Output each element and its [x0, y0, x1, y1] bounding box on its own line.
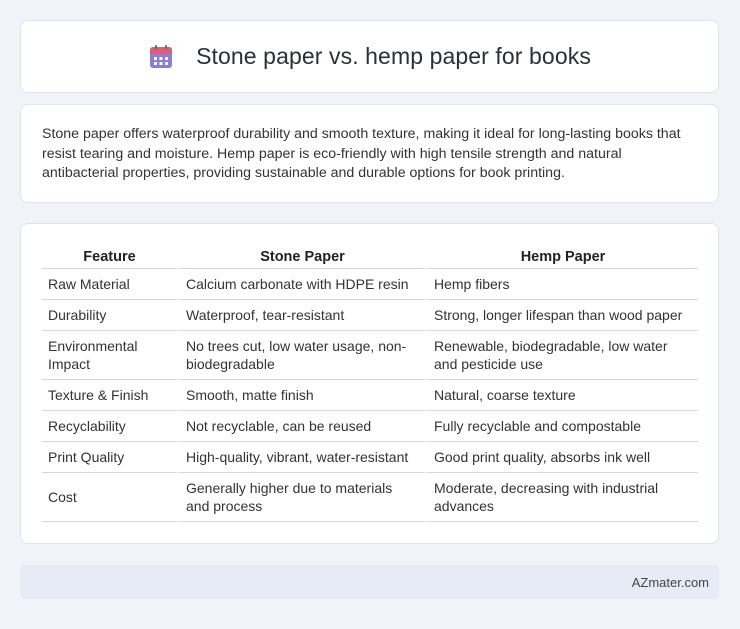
intro-card: Stone paper offers waterproof durability…: [20, 104, 719, 203]
stone-cell: Generally higher due to materials and pr…: [177, 473, 425, 522]
intro-text: Stone paper offers waterproof durability…: [42, 126, 681, 181]
hemp-cell: Moderate, decreasing with industrial adv…: [425, 473, 698, 522]
stone-cell: Not recyclable, can be reused: [177, 411, 425, 442]
hemp-cell: Hemp fibers: [425, 269, 698, 300]
feature-cell: Durability: [42, 300, 177, 331]
stone-cell: No trees cut, low water usage, non-biode…: [177, 331, 425, 380]
feature-cell: Environmental Impact: [42, 331, 177, 380]
feature-cell: Cost: [42, 473, 177, 522]
table-row: Print Quality High-quality, vibrant, wat…: [42, 442, 698, 473]
calendar-icon: [150, 44, 173, 68]
feature-cell: Print Quality: [42, 442, 177, 473]
table-header-row: Feature Stone Paper Hemp Paper: [42, 242, 698, 269]
page-title: Stone paper vs. hemp paper for books: [196, 43, 591, 69]
stone-cell: Smooth, matte finish: [177, 380, 425, 411]
footer-brand: AZmater.com: [631, 574, 709, 590]
hemp-cell: Strong, longer lifespan than wood paper: [425, 300, 698, 331]
stone-cell: High-quality, vibrant, water-resistant: [177, 442, 425, 473]
hemp-cell: Renewable, biodegradable, low water and …: [425, 331, 698, 380]
title-card: Stone paper vs. hemp paper for books: [20, 20, 719, 93]
table-row: Cost Generally higher due to materials a…: [42, 473, 698, 522]
header-stone-paper: Stone Paper: [177, 242, 425, 269]
comparison-table: Feature Stone Paper Hemp Paper Raw Mater…: [42, 242, 698, 522]
hemp-cell: Fully recyclable and compostable: [425, 411, 698, 442]
table-row: Texture & Finish Smooth, matte finish Na…: [42, 380, 698, 411]
feature-cell: Recyclability: [42, 411, 177, 442]
table-row: Recyclability Not recyclable, can be reu…: [42, 411, 698, 442]
table-row: Environmental Impact No trees cut, low w…: [42, 331, 698, 380]
stone-cell: Calcium carbonate with HDPE resin: [177, 269, 425, 300]
stone-cell: Waterproof, tear-resistant: [177, 300, 425, 331]
table-row: Durability Waterproof, tear-resistant St…: [42, 300, 698, 331]
comparison-table-card: Feature Stone Paper Hemp Paper Raw Mater…: [20, 223, 719, 544]
header-feature: Feature: [42, 242, 177, 269]
feature-cell: Raw Material: [42, 269, 177, 300]
hemp-cell: Natural, coarse texture: [425, 380, 698, 411]
table-row: Raw Material Calcium carbonate with HDPE…: [42, 269, 698, 300]
hemp-cell: Good print quality, absorbs ink well: [425, 442, 698, 473]
footer: AZmater.com: [20, 565, 719, 599]
feature-cell: Texture & Finish: [42, 380, 177, 411]
header-hemp-paper: Hemp Paper: [425, 242, 698, 269]
